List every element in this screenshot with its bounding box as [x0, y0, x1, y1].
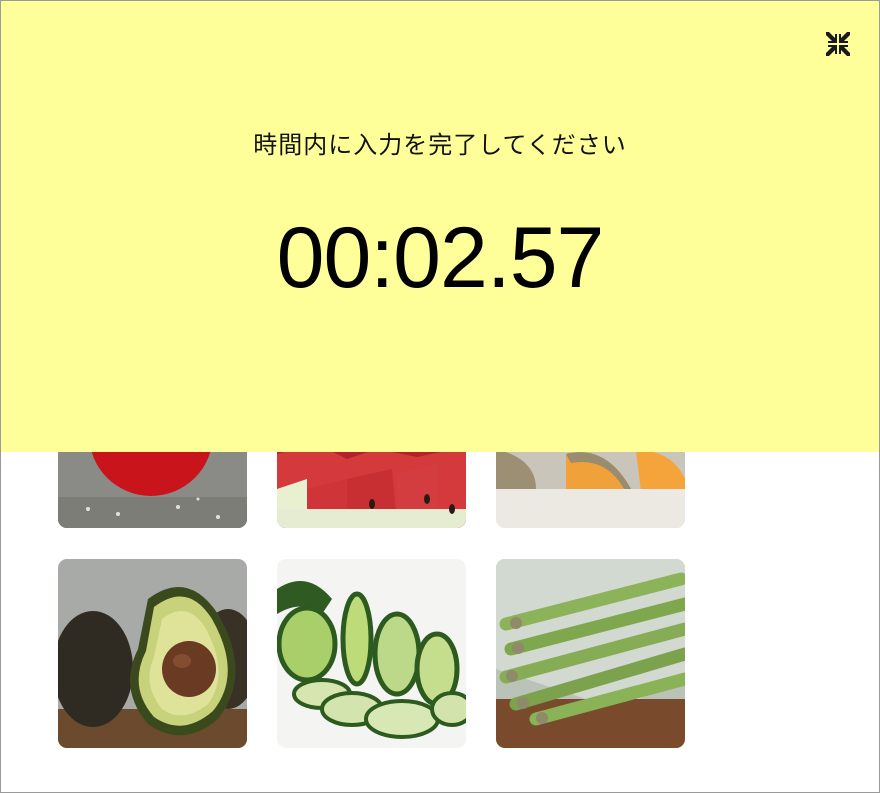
timer-overlay: 時間内に入力を完了してください 00:02.57	[1, 1, 879, 452]
fullscreen-exit-button[interactable]	[821, 27, 855, 61]
app-window: 時間内に入力を完了してください 00:02.57	[0, 0, 880, 793]
avocado-image	[58, 559, 247, 748]
instruction-text: 時間内に入力を完了してください	[253, 131, 627, 159]
countdown-timer: 00:02.57	[276, 210, 605, 306]
image-tile-avocado[interactable]	[58, 559, 247, 748]
image-tile-asparagus[interactable]	[496, 559, 685, 748]
asparagus-image	[496, 559, 685, 748]
image-tile-cucumber[interactable]	[277, 559, 466, 748]
cucumber-image	[277, 559, 466, 748]
fullscreen-exit-icon	[826, 32, 850, 56]
